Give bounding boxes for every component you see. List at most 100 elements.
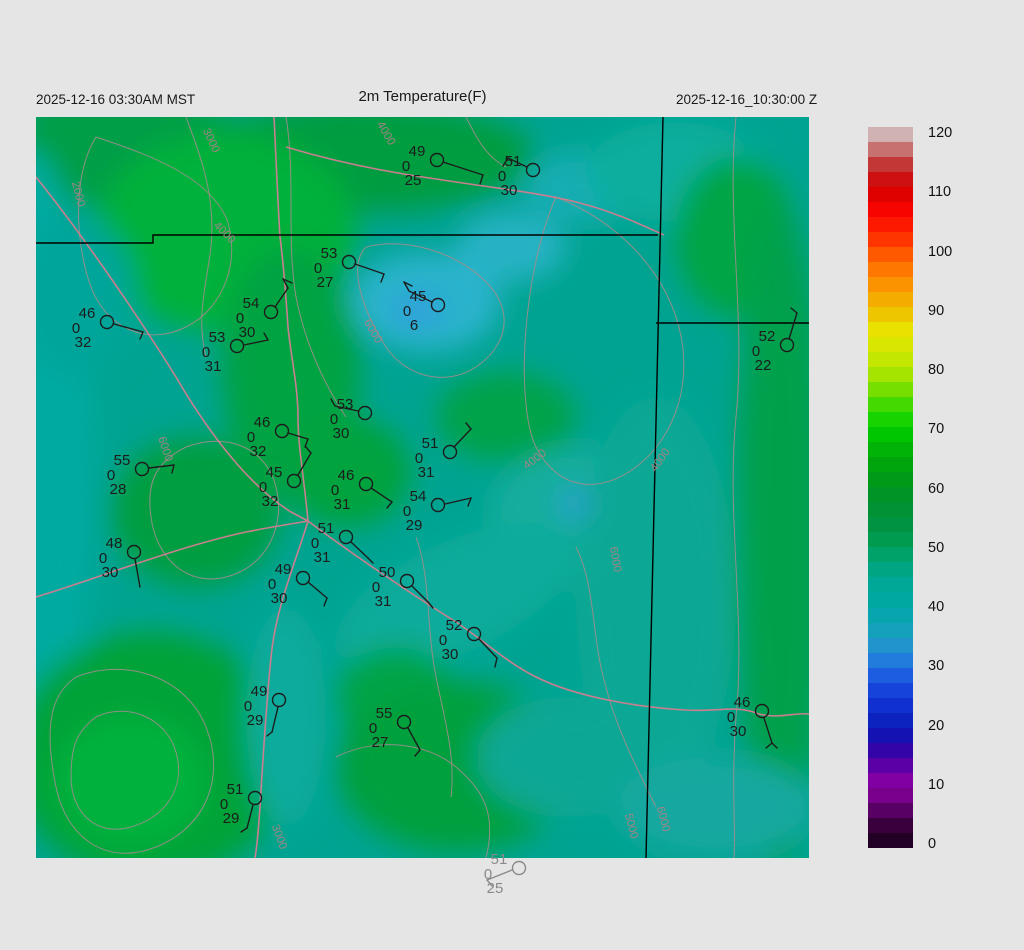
station-dewpoint: 30 (333, 425, 350, 442)
colorbar-band (868, 367, 913, 382)
station-temperature: 51 (227, 781, 244, 798)
colorbar-band (868, 472, 913, 487)
colorbar-band (868, 292, 913, 307)
station-temperature: 49 (275, 561, 292, 578)
colorbar-band (868, 442, 913, 457)
station-dewpoint: 32 (262, 493, 279, 510)
colorbar-band (868, 322, 913, 337)
colorbar-tick-label: 120 (928, 125, 952, 141)
station-dewpoint: 32 (75, 334, 92, 351)
colorbar-tick-label: 30 (928, 658, 944, 674)
colorbar-band (868, 623, 913, 638)
station-temperature: 46 (254, 414, 271, 431)
station-circle-icon (513, 862, 526, 875)
station-dewpoint: 30 (102, 564, 119, 581)
station-dewpoint: 29 (223, 810, 240, 827)
colorbar-band (868, 262, 913, 277)
station-dewpoint: 28 (110, 481, 127, 498)
colorbar-band (868, 202, 913, 217)
colorbar-tick-label: 20 (928, 718, 944, 734)
station-temperature: 46 (734, 694, 751, 711)
station-dewpoint: 30 (501, 182, 518, 199)
station-dewpoint: 30 (239, 324, 256, 341)
station-temperature: 51 (505, 153, 522, 170)
colorbar-tick-label: 70 (928, 421, 944, 437)
colorbar-band (868, 818, 913, 833)
timestamp-utc: 2025-12-16_10:30:00 Z (676, 92, 817, 107)
colorbar-band (868, 157, 913, 172)
colorbar-band (868, 187, 913, 202)
colorbar-band (868, 247, 913, 262)
colorbar-band (868, 382, 913, 397)
colorbar (868, 127, 913, 848)
colorbar-band (868, 698, 913, 713)
colorbar-band (868, 217, 913, 232)
station-temperature: 54 (243, 295, 260, 312)
colorbar-band (868, 743, 913, 758)
station-dewpoint: 30 (271, 590, 288, 607)
colorbar-band (868, 803, 913, 818)
colorbar-band (868, 713, 913, 728)
station-dewpoint: 25 (405, 172, 422, 189)
colorbar-band (868, 307, 913, 322)
station-dewpoint: 31 (375, 593, 392, 610)
colorbar-tick-label: 110 (928, 184, 951, 200)
station-dewpoint: 30 (730, 723, 747, 740)
station-dewpoint: 31 (334, 496, 351, 513)
colorbar-band (868, 728, 913, 743)
station-dewpoint: 27 (317, 274, 334, 291)
station-temperature: 54 (410, 488, 427, 505)
colorbar-band (868, 577, 913, 592)
station-temperature: 55 (114, 452, 131, 469)
colorbar-band (868, 277, 913, 292)
station-dewpoint: 31 (418, 464, 435, 481)
colorbar-tick-label: 80 (928, 362, 944, 378)
colorbar-tick-label: 100 (928, 244, 952, 260)
colorbar-band (868, 547, 913, 562)
colorbar-band (868, 758, 913, 773)
colorbar-band (868, 833, 913, 848)
station-temperature: 48 (106, 535, 123, 552)
station-temperature: 52 (759, 328, 776, 345)
colorbar-tick-label: 90 (928, 303, 944, 319)
colorbar-band (868, 427, 913, 442)
station-temperature: 46 (338, 467, 355, 484)
station-dewpoint: 22 (755, 357, 772, 374)
colorbar-band (868, 517, 913, 532)
station-temperature: 51 (491, 851, 508, 868)
station-temperature: 46 (79, 305, 96, 322)
station-temperature: 45 (266, 464, 283, 481)
colorbar-band (868, 487, 913, 502)
temperature-map: 2000300040004000600060004000400060003000… (36, 117, 809, 907)
station-dewpoint: 30 (442, 646, 459, 663)
colorbar-band (868, 172, 913, 187)
colorbar-band (868, 773, 913, 788)
station-dewpoint: 27 (372, 734, 389, 751)
colorbar-band (868, 232, 913, 247)
station-temperature: 49 (409, 143, 426, 160)
colorbar-band (868, 788, 913, 803)
station-dewpoint: 32 (250, 443, 267, 460)
station-temperature: 53 (209, 329, 226, 346)
station-dewpoint: 29 (247, 712, 264, 729)
colorbar-band (868, 653, 913, 668)
colorbar-band (868, 397, 913, 412)
station-temperature: 51 (422, 435, 439, 452)
colorbar-band (868, 668, 913, 683)
colorbar-tick-label: 10 (928, 777, 944, 793)
colorbar-band (868, 683, 913, 698)
station-dewpoint: 25 (487, 880, 504, 897)
colorbar-band (868, 127, 913, 142)
station-temperature: 49 (251, 683, 268, 700)
station-temperature: 53 (337, 396, 354, 413)
colorbar-band (868, 337, 913, 352)
colorbar-tick-label: 0 (928, 836, 936, 852)
station-dewpoint: 31 (314, 549, 331, 566)
colorbar-band (868, 608, 913, 623)
station-temperature: 52 (446, 617, 463, 634)
colorbar-band (868, 412, 913, 427)
station-dewpoint: 29 (406, 517, 423, 534)
colorbar-band (868, 638, 913, 653)
colorbar-band (868, 532, 913, 547)
station-temperature: 51 (318, 520, 335, 537)
